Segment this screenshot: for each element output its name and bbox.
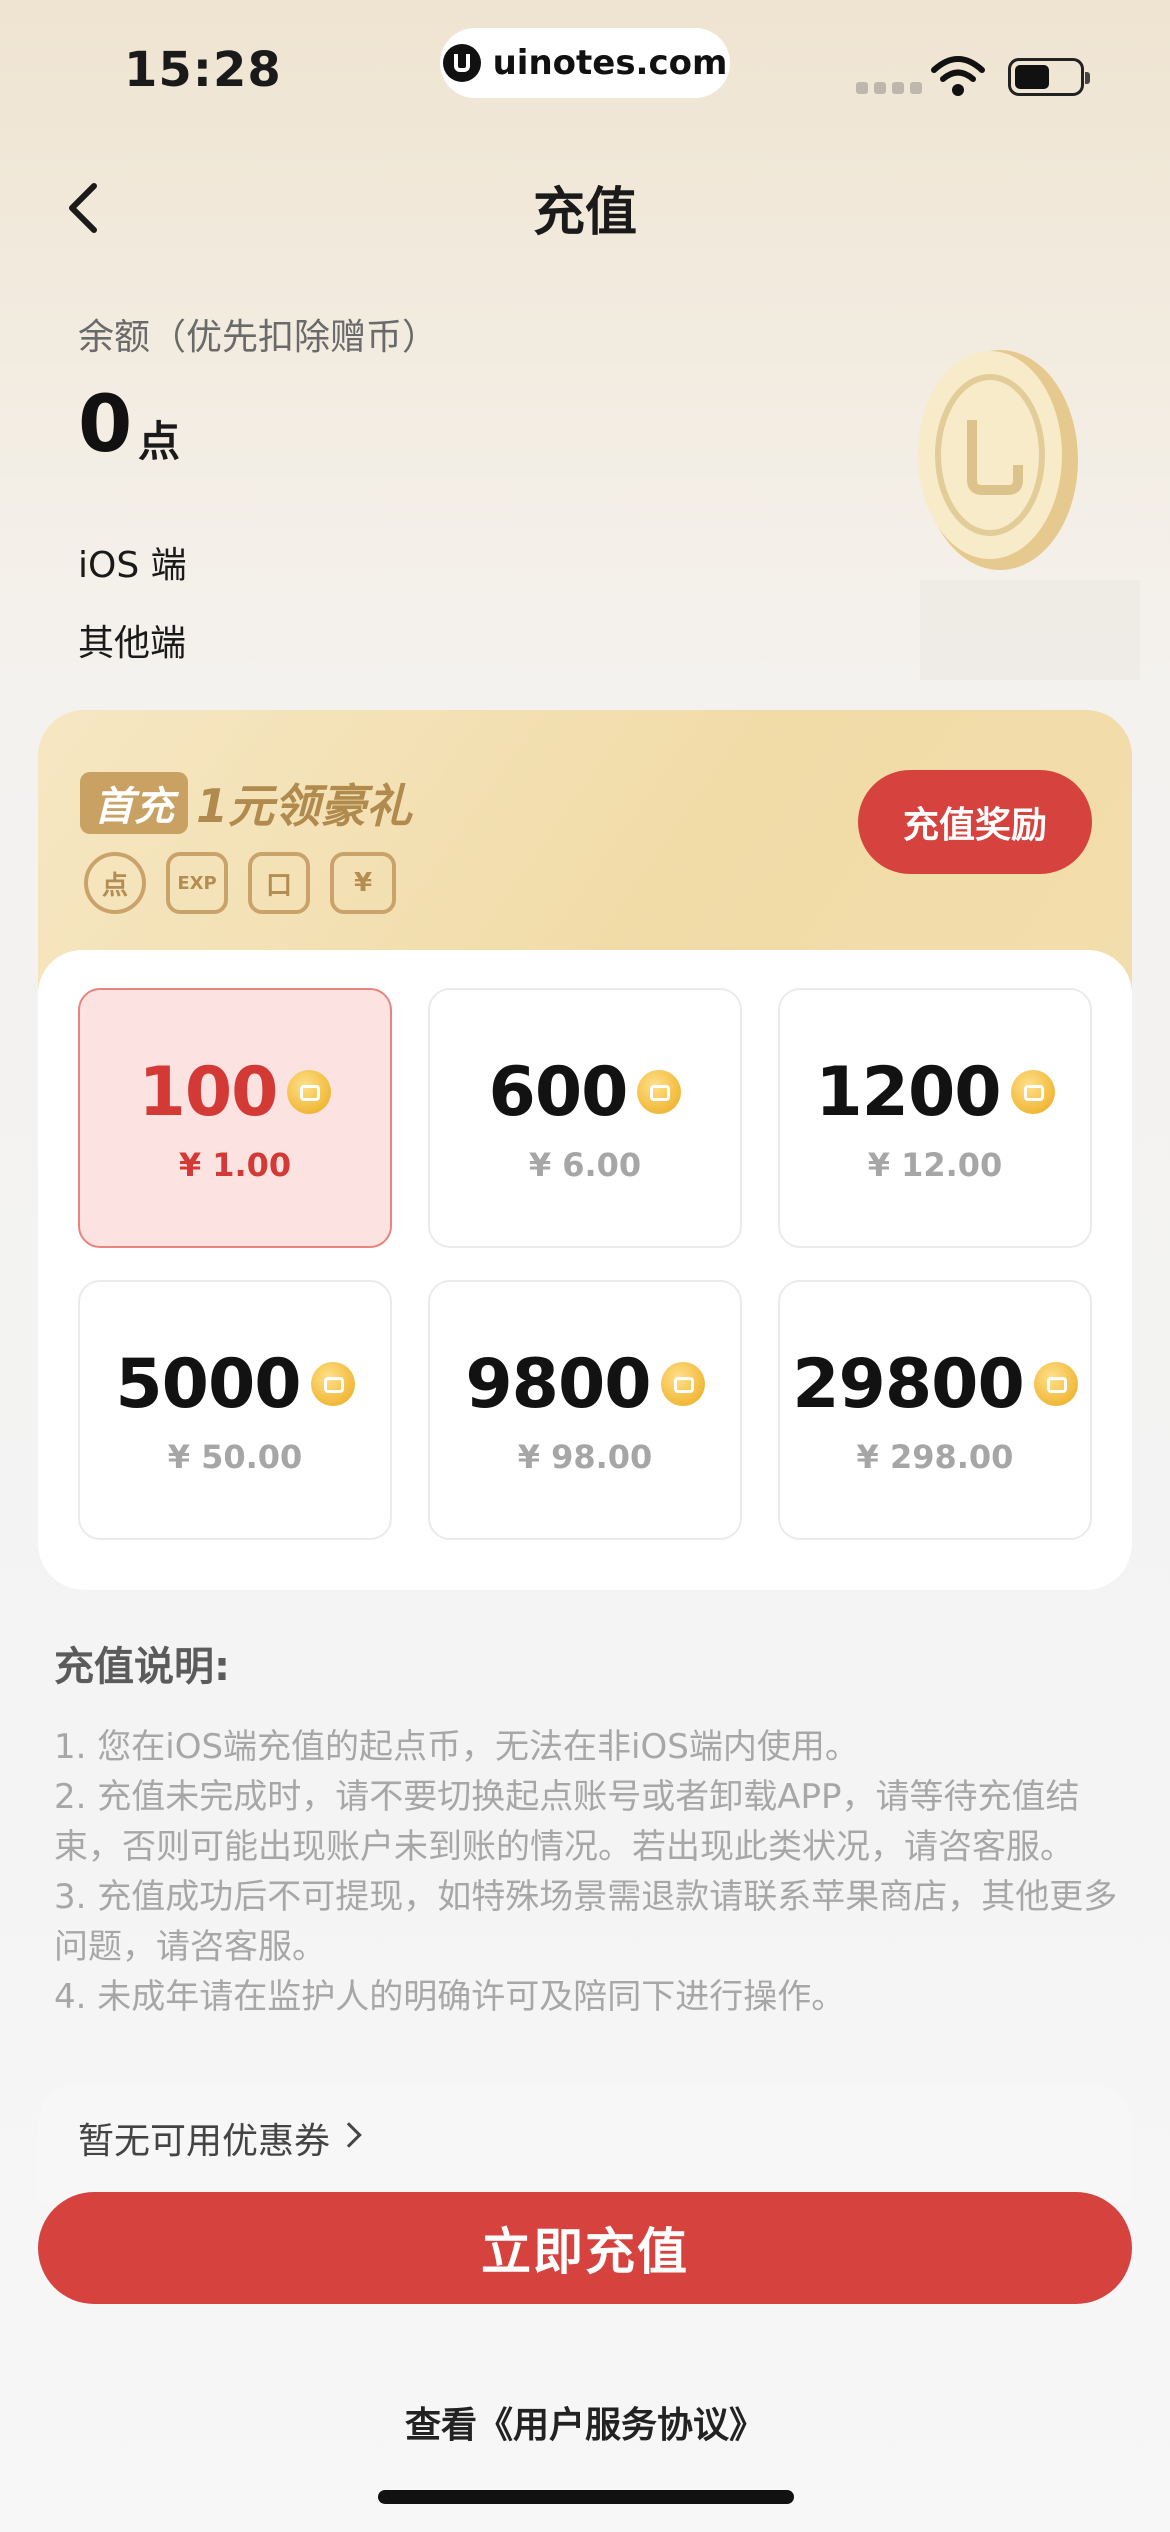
package-amount: 600 xyxy=(488,1052,629,1132)
platform-other: 其他端 xyxy=(78,623,187,664)
perk-cash-icon: ¥ xyxy=(330,852,396,914)
coin-icon xyxy=(660,1362,705,1406)
coin-icon xyxy=(1033,1362,1078,1406)
instructions-heading: 充值说明: xyxy=(54,1644,230,1690)
package-price: ¥ 50.00 xyxy=(167,1437,303,1476)
instruction-line: 4. 未成年请在监护人的明确许可及陪同下进行操作。 xyxy=(54,1977,846,2017)
coin-illustration-icon xyxy=(918,350,1140,680)
package-price: ¥ 12.00 xyxy=(867,1145,1003,1184)
home-indicator[interactable] xyxy=(378,2490,794,2504)
package-tile[interactable]: 5000 ¥ 50.00 xyxy=(78,1280,392,1540)
perk-coupon-icon: 口 xyxy=(248,852,310,914)
perk-points-icon: 点 xyxy=(84,852,146,914)
coin-icon xyxy=(287,1070,332,1114)
instruction-line: 3. 充值成功后不可提现，如特殊场景需退款请联系苹果商店，其他更多问题，请咨客服… xyxy=(54,1877,1118,1967)
platform-ios: iOS 端 xyxy=(78,545,187,586)
package-amount: 100 xyxy=(138,1052,279,1132)
user-agreement-link[interactable]: 查看《用户服务协议》 xyxy=(0,2396,1170,2448)
instruction-line: 2. 充值未完成时，请不要切换起点账号或者卸载APP，请等待充值结束，否则可能出… xyxy=(54,1777,1080,1867)
recharge-now-button[interactable]: 立即充值 xyxy=(38,2192,1132,2304)
package-tile[interactable]: 100 ¥ 1.00 xyxy=(78,988,392,1248)
page-title: 充值 xyxy=(532,183,637,243)
package-price: ¥ 1.00 xyxy=(178,1145,292,1184)
balance-label: 余额（优先扣除赠币） xyxy=(78,317,439,358)
cellular-signal-icon xyxy=(856,82,922,94)
package-price: ¥ 6.00 xyxy=(528,1145,642,1184)
package-amount: 9800 xyxy=(465,1344,651,1424)
package-amount: 1200 xyxy=(815,1052,1001,1132)
coin-icon xyxy=(1010,1070,1055,1114)
package-amount: 5000 xyxy=(115,1344,301,1424)
wifi-icon xyxy=(931,56,985,96)
package-tile[interactable]: 29800 ¥ 298.00 xyxy=(778,1280,1092,1540)
url-pill[interactable]: uinotes.com xyxy=(440,28,730,98)
site-logo-icon xyxy=(442,44,481,82)
balance-value: 0 xyxy=(78,380,133,470)
package-tile[interactable]: 600 ¥ 6.00 xyxy=(428,988,742,1248)
package-price: ¥ 98.00 xyxy=(517,1437,653,1476)
balance-unit: 点 xyxy=(138,417,181,466)
coin-icon xyxy=(637,1070,682,1114)
chevron-right-icon xyxy=(336,2122,362,2148)
battery-icon xyxy=(1008,58,1090,96)
package-amount: 29800 xyxy=(792,1344,1025,1424)
url-text: uinotes.com xyxy=(492,43,728,83)
package-price: ¥ 298.00 xyxy=(856,1437,1014,1476)
status-time: 15:28 xyxy=(124,42,282,98)
package-tile[interactable]: 1200 ¥ 12.00 xyxy=(778,988,1092,1248)
first-recharge-tag: 首充 xyxy=(80,772,188,834)
recharge-reward-button[interactable]: 充值奖励 xyxy=(858,770,1092,874)
instruction-line: 1. 您在iOS端充值的起点币，无法在非iOS端内使用。 xyxy=(54,1727,859,1767)
promo-text: 1元领豪礼 xyxy=(196,779,413,833)
coupon-label: 暂无可用优惠券 xyxy=(78,2121,331,2162)
coupon-selector[interactable]: 暂无可用优惠券 xyxy=(38,2084,1132,2204)
promo-title: 首充 1元领豪礼 xyxy=(80,770,412,836)
perk-exp-icon: EXP xyxy=(166,852,228,914)
coin-icon xyxy=(310,1362,355,1406)
package-tile[interactable]: 9800 ¥ 98.00 xyxy=(428,1280,742,1540)
instructions-body: 1. 您在iOS端充值的起点币，无法在非iOS端内使用。 2. 充值未完成时，请… xyxy=(54,1722,1124,2022)
